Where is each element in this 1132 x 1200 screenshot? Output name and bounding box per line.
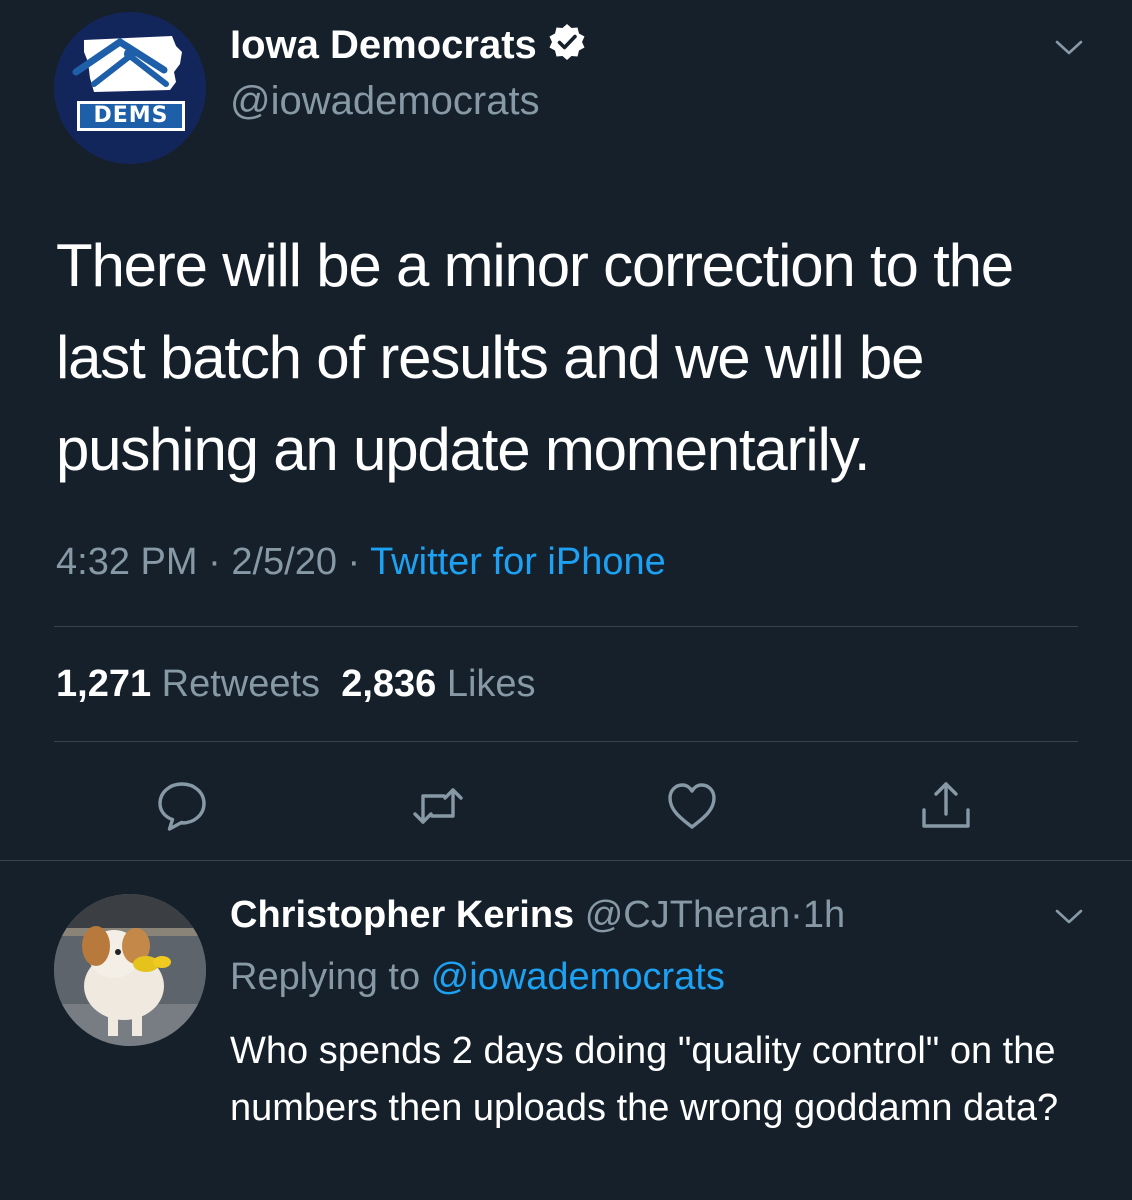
replying-to-link[interactable]: @iowademocrats (431, 956, 725, 998)
like-icon[interactable] (664, 778, 720, 834)
retweet-icon[interactable] (410, 778, 466, 834)
share-icon[interactable] (918, 778, 974, 834)
retweets-count: 1,271 (56, 663, 152, 705)
reply-icon[interactable] (154, 778, 210, 834)
tweet-meta: 4:32 PM · 2/5/20 · Twitter for iPhone (56, 538, 666, 586)
chevron-down-icon[interactable] (1054, 32, 1084, 62)
divider (54, 741, 1078, 742)
likes-count: 2,836 (341, 663, 437, 705)
divider (54, 626, 1078, 627)
meta-separator: · (208, 541, 221, 583)
retweets-label: Retweets (161, 663, 321, 705)
reply-header: Christopher Kerins @CJTheran·1h (230, 891, 845, 939)
likes-label: Likes (446, 663, 536, 705)
tweet-date[interactable]: 2/5/20 (231, 541, 337, 583)
reply-tweet[interactable]: Christopher Kerins @CJTheran·1h Replying… (0, 861, 1132, 1200)
christopher-kerins-avatar[interactable] (54, 894, 206, 1046)
verified-badge-icon (547, 22, 587, 72)
reply-text: Who spends 2 days doing "quality control… (230, 1030, 1059, 1129)
author-handle[interactable]: @iowademocrats (230, 78, 540, 124)
meta-separator: · (347, 541, 361, 583)
tweet-source-link[interactable]: Twitter for iPhone (370, 541, 666, 583)
main-tweet: DEMS Iowa Democrats @iowademocrats There… (0, 0, 1132, 860)
reply-separator: · (790, 894, 803, 936)
reply-author-handle[interactable]: @CJTheran (585, 894, 790, 936)
likes-stat[interactable]: 2,836 Likes (341, 663, 535, 705)
avatar-dems-badge: DEMS (77, 101, 185, 131)
iowa-democrats-avatar[interactable]: DEMS (54, 12, 206, 164)
iowa-state-map-icon (72, 36, 182, 92)
replying-prefix: Replying to (230, 956, 421, 998)
reply-author-name[interactable]: Christopher Kerins (230, 894, 574, 936)
tweet-stats: 1,271 Retweets 2,836 Likes (56, 660, 536, 708)
tweet-time[interactable]: 4:32 PM (56, 541, 198, 583)
reply-age[interactable]: 1h (803, 894, 845, 936)
tweet-text: There will be a minor correction to the … (56, 232, 1014, 483)
retweets-stat[interactable]: 1,271 Retweets (56, 663, 320, 705)
dog-photo-avatar (54, 894, 206, 1046)
author-display-name[interactable]: Iowa Democrats (230, 22, 587, 72)
chevron-down-icon[interactable] (1054, 901, 1084, 931)
author-name-text: Iowa Democrats (230, 23, 537, 67)
replying-to-line: Replying to @iowademocrats (230, 953, 725, 1001)
